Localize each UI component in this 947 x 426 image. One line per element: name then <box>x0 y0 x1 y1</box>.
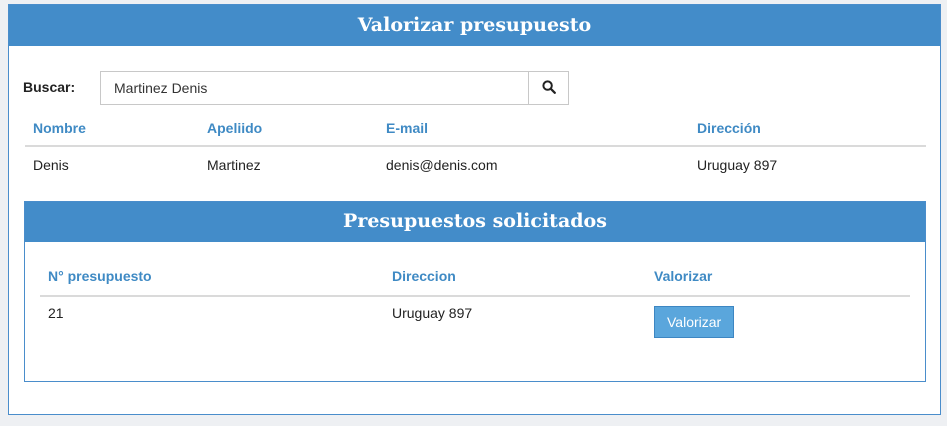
col-header-apellido: Apeliido <box>199 110 378 147</box>
cell-nombre: Denis <box>33 157 69 173</box>
col-header-email: E-mail <box>378 110 689 147</box>
quotes-header-row: N° presupuesto Direccion Valorizar <box>40 257 910 297</box>
cell-email: denis@denis.com <box>386 157 498 173</box>
clients-header-row: Nombre Apeliido E-mail Dirección <box>25 110 926 147</box>
col-header-numero: N° presupuesto <box>40 257 384 297</box>
cell-valorizar: Valorizar <box>646 296 910 345</box>
col-header-valorizar: Valorizar <box>646 257 910 297</box>
table-row: 21 Uruguay 897 Valorizar <box>40 296 910 345</box>
panel-title: Valorizar presupuesto <box>9 5 940 46</box>
sub-panel-title: Presupuestos solicitados <box>25 202 925 242</box>
valorizar-button[interactable]: Valorizar <box>654 306 735 338</box>
search-button[interactable] <box>528 71 569 105</box>
cell-apellido: Martinez <box>207 157 261 173</box>
search-label: Buscar: <box>23 79 76 95</box>
table-row[interactable]: Denis Martinez denis@denis.com Uruguay 8… <box>25 146 926 183</box>
cell-direccion: Uruguay 897 <box>697 157 778 173</box>
clients-table: Nombre Apeliido E-mail Dirección Denis M… <box>25 110 926 183</box>
col-header-direccion: Dirección <box>689 110 926 147</box>
search-icon <box>541 79 556 97</box>
search-input[interactable] <box>100 71 528 105</box>
cell-direccion: Uruguay 897 <box>392 305 473 321</box>
cell-numero: 21 <box>48 305 64 321</box>
quotes-table: N° presupuesto Direccion Valorizar 21 Ur… <box>40 257 910 345</box>
presupuestos-solicitados-panel: Presupuestos solicitados N° presupuesto … <box>24 201 926 382</box>
col-header-nombre: Nombre <box>25 110 199 147</box>
valorizar-presupuesto-panel: Valorizar presupuesto Buscar: Nombre Ape… <box>8 4 941 415</box>
col-header-direccion: Direccion <box>384 257 646 297</box>
